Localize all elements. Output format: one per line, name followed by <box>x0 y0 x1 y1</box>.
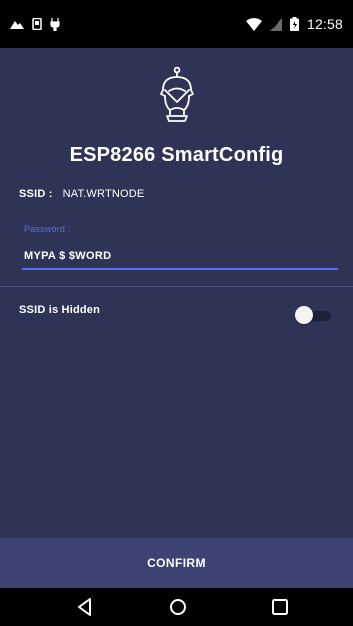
status-bar: 12:58 <box>0 0 353 48</box>
navigation-bar <box>0 588 353 626</box>
toggle-knob <box>295 306 313 324</box>
back-icon[interactable] <box>73 595 97 619</box>
ssid-hidden-label: SSID is Hidden <box>19 304 101 316</box>
ssid-row: SSID : NAT.WRTNODE <box>19 188 144 200</box>
wifi-icon <box>245 17 262 31</box>
password-label: Password : <box>24 224 71 234</box>
home-icon[interactable] <box>166 595 190 619</box>
main-content: ESP8266 SmartConfig SSID : NAT.WRTNODE P… <box>0 48 353 538</box>
usb-icon <box>50 17 60 31</box>
sim-card-icon <box>32 18 42 30</box>
ssid-value: NAT.WRTNODE <box>62 188 145 200</box>
app-title: ESP8266 SmartConfig <box>69 144 284 166</box>
recent-apps-icon[interactable] <box>268 595 292 619</box>
confirm-button[interactable]: CONFIRM <box>0 538 353 588</box>
mountain-icon <box>10 18 24 30</box>
screen: 12:58 ESP8266 SmartConfig SSID: NAT.WRT… <box>0 0 353 626</box>
status-left-icons <box>10 16 60 32</box>
battery-icon <box>289 17 299 31</box>
status-time: 12:58 <box>306 16 343 32</box>
password-input[interactable] <box>22 242 338 270</box>
divider <box>0 286 353 287</box>
ssid-label: SSID : <box>19 188 53 200</box>
signal-icon <box>269 17 282 31</box>
status-right-icons: 12:58 <box>245 14 343 34</box>
robot-icon <box>155 66 199 124</box>
ssid-hidden-toggle[interactable] <box>295 306 335 324</box>
